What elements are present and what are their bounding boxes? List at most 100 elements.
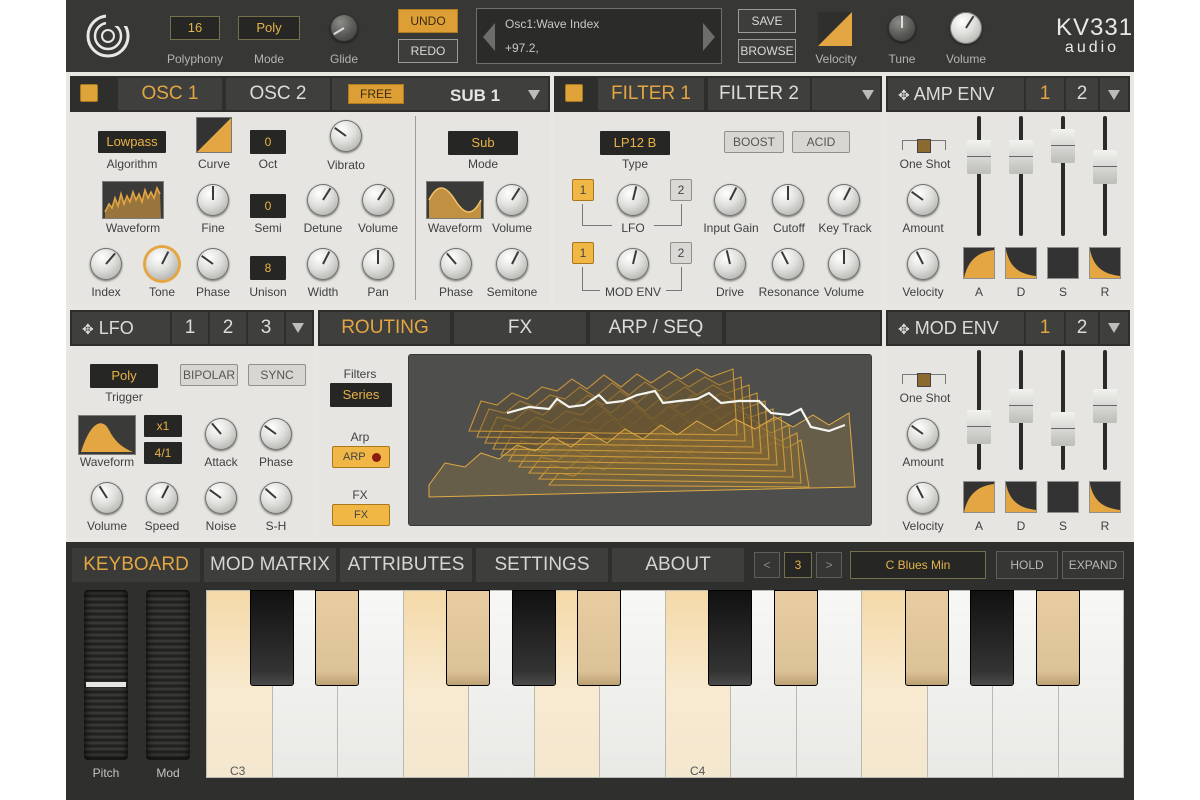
lfo-tab-1[interactable]: 1 — [172, 312, 208, 344]
tab-osc2[interactable]: OSC 2 — [226, 78, 330, 110]
lfo-attack-knob[interactable] — [205, 418, 237, 450]
velocity-curve-icon[interactable] — [818, 12, 852, 46]
octave-display[interactable]: 3 — [784, 552, 812, 578]
semi-display[interactable]: 0 — [250, 194, 286, 218]
unison-display[interactable]: 8 — [250, 256, 286, 280]
undo-button[interactable]: UNDO — [398, 9, 458, 33]
tune-knob[interactable] — [888, 14, 916, 42]
mod-attack-curve-icon[interactable] — [963, 481, 995, 513]
vibrato-knob[interactable] — [330, 120, 362, 152]
pan-knob[interactable] — [362, 248, 394, 280]
boost-button[interactable]: BOOST — [724, 131, 784, 153]
cutoff-knob[interactable] — [772, 184, 804, 216]
tab-routing[interactable]: ROUTING — [320, 312, 450, 344]
amp-fader-track-1[interactable] — [1019, 116, 1023, 236]
oct-display[interactable]: 0 — [250, 130, 286, 154]
amp-env-tab-1[interactable]: 1 — [1026, 78, 1064, 110]
mod-fader-track-2[interactable] — [1061, 350, 1065, 470]
mod-velocity-knob[interactable] — [907, 482, 939, 514]
mod-decay-curve-icon[interactable] — [1005, 481, 1037, 513]
expand-button[interactable]: EXPAND — [1062, 551, 1124, 579]
amp-release-curve-icon[interactable] — [1089, 247, 1121, 279]
sub-semitone-knob[interactable] — [496, 248, 528, 280]
amp-decay-curve-icon[interactable] — [1005, 247, 1037, 279]
tab-about[interactable]: ABOUT — [612, 548, 744, 582]
polyphony-display[interactable]: 16 — [170, 16, 220, 40]
mod-fader-handle-0[interactable] — [967, 410, 991, 445]
mod-sustain-icon[interactable] — [1047, 481, 1079, 513]
black-key[interactable] — [773, 590, 818, 686]
lfo-tab-3[interactable]: 3 — [248, 312, 284, 344]
osc-enable-toggle[interactable] — [80, 84, 98, 102]
mode-display[interactable]: Poly — [238, 16, 300, 40]
mod-env-chevron-down-icon[interactable] — [1108, 323, 1120, 333]
save-button[interactable]: SAVE — [738, 9, 796, 33]
lfo-sh-knob[interactable] — [260, 482, 292, 514]
hold-button[interactable]: HOLD — [996, 551, 1058, 579]
amp-fader-handle-1[interactable] — [1009, 140, 1033, 175]
filter-lfo-knob[interactable] — [617, 184, 649, 216]
scale-display[interactable]: C Blues Min — [850, 551, 986, 579]
detune-knob[interactable] — [307, 184, 339, 216]
browse-button[interactable]: BROWSE — [738, 39, 796, 63]
curve-icon[interactable] — [196, 117, 232, 153]
black-key[interactable] — [249, 590, 294, 686]
black-key[interactable] — [1035, 590, 1080, 686]
tab-fx[interactable]: FX — [454, 312, 586, 344]
fx-toggle-button[interactable]: FX — [332, 504, 390, 526]
mod-wheel[interactable] — [146, 590, 190, 760]
lfo-waveform-icon[interactable] — [78, 415, 136, 455]
sub-phase-knob[interactable] — [440, 248, 472, 280]
filters-mode-display[interactable]: Series — [330, 383, 392, 407]
sub-volume-knob[interactable] — [496, 184, 528, 216]
sub-waveform-icon[interactable] — [426, 181, 484, 219]
bipolar-button[interactable]: BIPOLAR — [180, 364, 238, 386]
amp-velocity-knob[interactable] — [907, 248, 939, 280]
filter-volume-knob[interactable] — [828, 248, 860, 280]
tab-mod-matrix[interactable]: MOD MATRIX — [204, 548, 336, 582]
phase-knob[interactable] — [197, 248, 229, 280]
tab-arp-seq[interactable]: ARP / SEQ — [590, 312, 722, 344]
black-key[interactable] — [446, 590, 490, 686]
amp-attack-curve-icon[interactable] — [963, 247, 995, 279]
osc-volume-knob[interactable] — [362, 184, 394, 216]
amp-fader-handle-2[interactable] — [1051, 128, 1075, 163]
black-key[interactable] — [315, 590, 359, 686]
chevron-down-icon[interactable] — [528, 90, 540, 100]
lfo-chevron-down-icon[interactable] — [292, 323, 304, 333]
arp-toggle-button[interactable]: ARP — [332, 446, 390, 468]
tab-keyboard[interactable]: KEYBOARD — [72, 548, 200, 582]
black-key[interactable] — [708, 590, 752, 686]
redo-button[interactable]: REDO — [398, 39, 458, 63]
glide-knob[interactable] — [330, 14, 358, 42]
tab-osc1[interactable]: OSC 1 — [118, 78, 222, 110]
mod-release-curve-icon[interactable] — [1089, 481, 1121, 513]
amp-amount-knob[interactable] — [907, 184, 939, 216]
display-prev-arrow[interactable] — [483, 23, 495, 51]
lfo-speed-knob[interactable] — [146, 482, 178, 514]
filter-modenv-knob[interactable] — [617, 248, 649, 280]
index-knob[interactable] — [90, 248, 122, 280]
mod-amount-knob[interactable] — [907, 418, 939, 450]
acid-button[interactable]: ACID — [792, 131, 850, 153]
mod-one-shot-toggle[interactable] — [917, 373, 931, 387]
octave-down-button[interactable]: < — [754, 552, 780, 578]
resonance-knob[interactable] — [772, 248, 804, 280]
tab-sub1[interactable]: SUB 1 — [450, 86, 500, 106]
octave-up-button[interactable]: > — [816, 552, 842, 578]
lfo-multiplier-display[interactable]: x1 — [144, 415, 182, 437]
tab-settings[interactable]: SETTINGS — [476, 548, 608, 582]
black-key[interactable] — [904, 590, 949, 686]
mod-env-tab-1[interactable]: 1 — [1026, 312, 1064, 344]
volume-knob[interactable] — [950, 12, 982, 44]
lfo-rate-display[interactable]: 4/1 — [144, 442, 182, 464]
modenv-route-2-button[interactable]: 2 — [670, 242, 692, 264]
amp-sustain-icon[interactable] — [1047, 247, 1079, 279]
pitch-wheel[interactable] — [84, 590, 128, 760]
key-track-knob[interactable] — [828, 184, 860, 216]
mod-fader-handle-3[interactable] — [1093, 388, 1117, 423]
black-key[interactable] — [511, 590, 556, 686]
black-key[interactable] — [970, 590, 1014, 686]
mod-fader-handle-1[interactable] — [1009, 388, 1033, 423]
algorithm-display[interactable]: Lowpass — [98, 131, 166, 153]
